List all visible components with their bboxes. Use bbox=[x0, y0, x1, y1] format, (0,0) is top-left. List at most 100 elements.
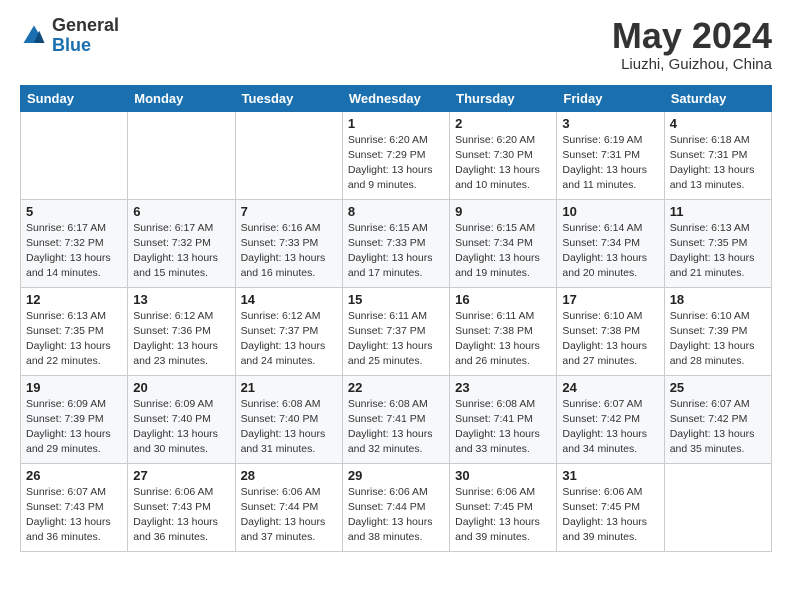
day-detail: Sunrise: 6:06 AMSunset: 7:45 PMDaylight:… bbox=[455, 485, 551, 546]
day-detail: Sunrise: 6:06 AMSunset: 7:43 PMDaylight:… bbox=[133, 485, 229, 546]
day-cell: 22Sunrise: 6:08 AMSunset: 7:41 PMDayligh… bbox=[342, 375, 449, 463]
week-row-4: 19 Sunrise: 6:09 AMSunset: 7:39 PMDayligh… bbox=[21, 375, 772, 463]
day-detail: Sunrise: 6:13 AMSunset: 7:35 PMDaylight:… bbox=[670, 221, 766, 282]
day-cell: 13 Sunrise: 6:12 AMSunset: 7:36 PMDayligh… bbox=[128, 287, 235, 375]
weekday-header-tuesday: Tuesday bbox=[235, 85, 342, 111]
week-row-3: 12 Sunrise: 6:13 AMSunset: 7:35 PMDayligh… bbox=[21, 287, 772, 375]
day-cell: 30 Sunrise: 6:06 AMSunset: 7:45 PMDayligh… bbox=[450, 463, 557, 551]
day-cell: 27Sunrise: 6:06 AMSunset: 7:43 PMDayligh… bbox=[128, 463, 235, 551]
day-number: 17 bbox=[562, 292, 658, 307]
day-cell bbox=[235, 111, 342, 199]
day-number: 15 bbox=[348, 292, 444, 307]
weekday-header-saturday: Saturday bbox=[664, 85, 771, 111]
day-detail: Sunrise: 6:07 AMSunset: 7:42 PMDaylight:… bbox=[670, 397, 766, 458]
day-detail: Sunrise: 6:20 AMSunset: 7:30 PMDaylight:… bbox=[455, 133, 551, 194]
day-detail: Sunrise: 6:09 AMSunset: 7:40 PMDaylight:… bbox=[133, 397, 229, 458]
day-number: 9 bbox=[455, 204, 551, 219]
title-block: May 2024 Liuzhi, Guizhou, China bbox=[612, 16, 772, 73]
day-detail: Sunrise: 6:08 AMSunset: 7:40 PMDaylight:… bbox=[241, 397, 337, 458]
logo-text: General Blue bbox=[52, 16, 119, 56]
day-number: 5 bbox=[26, 204, 122, 219]
day-detail: Sunrise: 6:17 AMSunset: 7:32 PMDaylight:… bbox=[133, 221, 229, 282]
day-number: 6 bbox=[133, 204, 229, 219]
day-detail: Sunrise: 6:12 AMSunset: 7:36 PMDaylight:… bbox=[133, 309, 229, 370]
page: General Blue May 2024 Liuzhi, Guizhou, C… bbox=[0, 0, 792, 568]
weekday-header-thursday: Thursday bbox=[450, 85, 557, 111]
weekday-header-wednesday: Wednesday bbox=[342, 85, 449, 111]
day-detail: Sunrise: 6:07 AMSunset: 7:42 PMDaylight:… bbox=[562, 397, 658, 458]
day-number: 28 bbox=[241, 468, 337, 483]
day-number: 13 bbox=[133, 292, 229, 307]
day-detail: Sunrise: 6:15 AMSunset: 7:33 PMDaylight:… bbox=[348, 221, 444, 282]
day-cell: 26Sunrise: 6:07 AMSunset: 7:43 PMDayligh… bbox=[21, 463, 128, 551]
day-cell: 29 Sunrise: 6:06 AMSunset: 7:44 PMDayligh… bbox=[342, 463, 449, 551]
day-number: 25 bbox=[670, 380, 766, 395]
day-detail: Sunrise: 6:09 AMSunset: 7:39 PMDaylight:… bbox=[26, 397, 122, 458]
day-cell: 25 Sunrise: 6:07 AMSunset: 7:42 PMDayligh… bbox=[664, 375, 771, 463]
day-number: 12 bbox=[26, 292, 122, 307]
day-detail: Sunrise: 6:06 AMSunset: 7:44 PMDaylight:… bbox=[348, 485, 444, 546]
day-number: 8 bbox=[348, 204, 444, 219]
day-cell: 7 Sunrise: 6:16 AMSunset: 7:33 PMDaylight… bbox=[235, 199, 342, 287]
day-number: 7 bbox=[241, 204, 337, 219]
day-cell: 31Sunrise: 6:06 AMSunset: 7:45 PMDayligh… bbox=[557, 463, 664, 551]
day-cell: 14Sunrise: 6:12 AMSunset: 7:37 PMDayligh… bbox=[235, 287, 342, 375]
day-cell: 24 Sunrise: 6:07 AMSunset: 7:42 PMDayligh… bbox=[557, 375, 664, 463]
day-detail: Sunrise: 6:16 AMSunset: 7:33 PMDaylight:… bbox=[241, 221, 337, 282]
day-number: 29 bbox=[348, 468, 444, 483]
day-cell: 23Sunrise: 6:08 AMSunset: 7:41 PMDayligh… bbox=[450, 375, 557, 463]
day-number: 10 bbox=[562, 204, 658, 219]
week-row-5: 26Sunrise: 6:07 AMSunset: 7:43 PMDayligh… bbox=[21, 463, 772, 551]
day-number: 18 bbox=[670, 292, 766, 307]
day-detail: Sunrise: 6:10 AMSunset: 7:39 PMDaylight:… bbox=[670, 309, 766, 370]
day-number: 20 bbox=[133, 380, 229, 395]
day-cell bbox=[128, 111, 235, 199]
day-cell: 18 Sunrise: 6:10 AMSunset: 7:39 PMDayligh… bbox=[664, 287, 771, 375]
day-cell: 8 Sunrise: 6:15 AMSunset: 7:33 PMDaylight… bbox=[342, 199, 449, 287]
day-number: 1 bbox=[348, 116, 444, 131]
day-cell: 28 Sunrise: 6:06 AMSunset: 7:44 PMDayligh… bbox=[235, 463, 342, 551]
logo-blue: Blue bbox=[52, 36, 119, 56]
day-number: 21 bbox=[241, 380, 337, 395]
day-cell: 11 Sunrise: 6:13 AMSunset: 7:35 PMDayligh… bbox=[664, 199, 771, 287]
day-cell: 1 Sunrise: 6:20 AMSunset: 7:29 PMDaylight… bbox=[342, 111, 449, 199]
day-number: 19 bbox=[26, 380, 122, 395]
day-cell: 10 Sunrise: 6:14 AMSunset: 7:34 PMDayligh… bbox=[557, 199, 664, 287]
weekday-header-sunday: Sunday bbox=[21, 85, 128, 111]
day-cell bbox=[664, 463, 771, 551]
day-detail: Sunrise: 6:20 AMSunset: 7:29 PMDaylight:… bbox=[348, 133, 444, 194]
day-detail: Sunrise: 6:08 AMSunset: 7:41 PMDaylight:… bbox=[348, 397, 444, 458]
day-detail: Sunrise: 6:14 AMSunset: 7:34 PMDaylight:… bbox=[562, 221, 658, 282]
day-number: 30 bbox=[455, 468, 551, 483]
day-detail: Sunrise: 6:17 AMSunset: 7:32 PMDaylight:… bbox=[26, 221, 122, 282]
weekday-header-monday: Monday bbox=[128, 85, 235, 111]
day-cell: 12 Sunrise: 6:13 AMSunset: 7:35 PMDayligh… bbox=[21, 287, 128, 375]
day-cell: 4 Sunrise: 6:18 AMSunset: 7:31 PMDaylight… bbox=[664, 111, 771, 199]
day-detail: Sunrise: 6:06 AMSunset: 7:44 PMDaylight:… bbox=[241, 485, 337, 546]
day-number: 24 bbox=[562, 380, 658, 395]
week-row-1: 1 Sunrise: 6:20 AMSunset: 7:29 PMDaylight… bbox=[21, 111, 772, 199]
day-cell: 19 Sunrise: 6:09 AMSunset: 7:39 PMDayligh… bbox=[21, 375, 128, 463]
day-cell: 17 Sunrise: 6:10 AMSunset: 7:38 PMDayligh… bbox=[557, 287, 664, 375]
day-number: 14 bbox=[241, 292, 337, 307]
week-row-2: 5 Sunrise: 6:17 AMSunset: 7:32 PMDaylight… bbox=[21, 199, 772, 287]
day-detail: Sunrise: 6:08 AMSunset: 7:41 PMDaylight:… bbox=[455, 397, 551, 458]
day-number: 4 bbox=[670, 116, 766, 131]
day-cell: 20 Sunrise: 6:09 AMSunset: 7:40 PMDayligh… bbox=[128, 375, 235, 463]
day-detail: Sunrise: 6:15 AMSunset: 7:34 PMDaylight:… bbox=[455, 221, 551, 282]
weekday-header-row: SundayMondayTuesdayWednesdayThursdayFrid… bbox=[21, 85, 772, 111]
day-cell: 16Sunrise: 6:11 AMSunset: 7:38 PMDayligh… bbox=[450, 287, 557, 375]
day-cell: 6 Sunrise: 6:17 AMSunset: 7:32 PMDaylight… bbox=[128, 199, 235, 287]
day-number: 26 bbox=[26, 468, 122, 483]
day-detail: Sunrise: 6:13 AMSunset: 7:35 PMDaylight:… bbox=[26, 309, 122, 370]
day-detail: Sunrise: 6:10 AMSunset: 7:38 PMDaylight:… bbox=[562, 309, 658, 370]
day-cell: 9 Sunrise: 6:15 AMSunset: 7:34 PMDaylight… bbox=[450, 199, 557, 287]
logo: General Blue bbox=[20, 16, 119, 56]
day-cell: 21 Sunrise: 6:08 AMSunset: 7:40 PMDayligh… bbox=[235, 375, 342, 463]
day-number: 11 bbox=[670, 204, 766, 219]
calendar-table: SundayMondayTuesdayWednesdayThursdayFrid… bbox=[20, 85, 772, 552]
day-detail: Sunrise: 6:11 AMSunset: 7:38 PMDaylight:… bbox=[455, 309, 551, 370]
month-title: May 2024 bbox=[612, 16, 772, 56]
day-cell: 3Sunrise: 6:19 AMSunset: 7:31 PMDaylight… bbox=[557, 111, 664, 199]
day-detail: Sunrise: 6:18 AMSunset: 7:31 PMDaylight:… bbox=[670, 133, 766, 194]
